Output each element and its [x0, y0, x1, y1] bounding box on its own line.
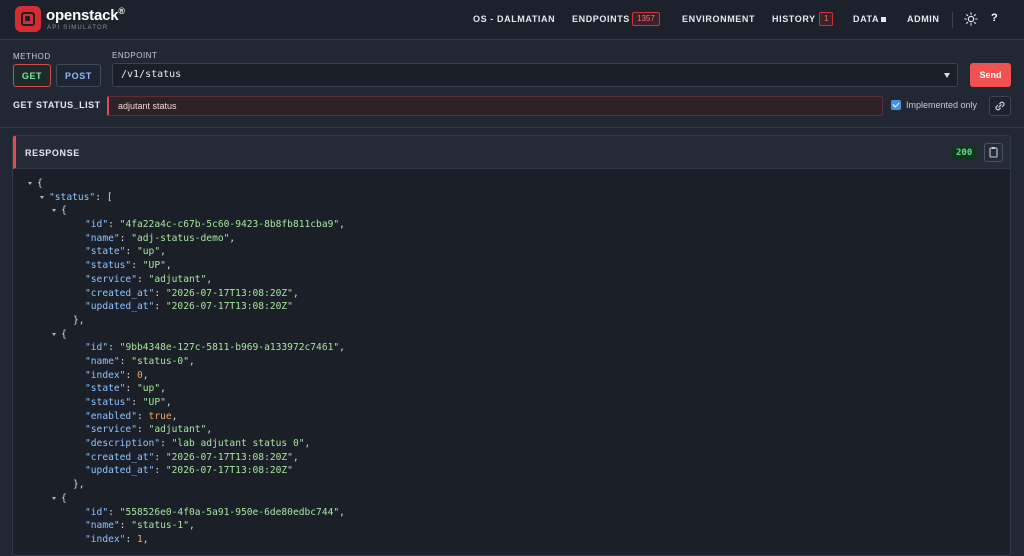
top-bar: openstack® API SIMULATOR OS - DALMATIAN … — [0, 0, 1024, 40]
json-line: "updated_at": "2026-07-17T13:08:20Z" — [85, 301, 293, 313]
nav-environment[interactable]: ENVIRONMENT — [682, 14, 755, 28]
chevron-down-icon — [944, 73, 950, 78]
nav-data[interactable]: DATA — [853, 14, 879, 28]
operation-label: GET STATUS_LIST — [13, 100, 101, 110]
method-get-button[interactable]: GET — [13, 64, 51, 87]
collapse-caret-icon[interactable] — [52, 332, 56, 336]
status-code-badge: 200 — [951, 146, 978, 160]
brand-name[interactable]: openstack® — [46, 6, 125, 24]
json-line: "state": "up", — [85, 246, 166, 258]
nav-cloud-selector[interactable]: OS - DALMATIAN — [473, 14, 555, 28]
openstack-logo-icon[interactable] — [15, 6, 41, 32]
endpoint-select[interactable]: /v1/status — [112, 63, 958, 87]
json-line: }, — [73, 479, 85, 491]
nav-divider — [952, 12, 953, 28]
link-icon — [995, 101, 1005, 111]
collapse-caret-icon[interactable] — [52, 496, 56, 500]
json-line: { — [13, 177, 1010, 191]
json-line: "id": "9bb4348e-127c-5811-b969-a133972c7… — [85, 342, 345, 354]
json-line: "index": 0, — [85, 369, 149, 381]
json-line: "index": 1, — [85, 533, 149, 545]
implemented-only-checkbox[interactable] — [891, 100, 901, 110]
endpoint-value: /v1/status — [121, 69, 182, 80]
json-line: "created_at": "2026-07-17T13:08:20Z", — [85, 287, 299, 299]
collapse-caret-icon[interactable] — [52, 209, 56, 213]
json-line: "status": "UP", — [85, 397, 172, 408]
json-line: "status": [ — [13, 191, 1010, 205]
method-label: METHOD — [13, 52, 51, 61]
endpoint-label: ENDPOINT — [112, 51, 158, 60]
method-post-button[interactable]: POST — [56, 64, 101, 87]
json-line: "updated_at": "2026-07-17T13:08:20Z" — [85, 465, 293, 477]
json-line: "name": "status-0", — [85, 355, 195, 367]
json-line: "name": "status-1", — [85, 520, 195, 532]
collapse-caret-icon[interactable] — [28, 182, 32, 185]
brand-subtitle: API SIMULATOR — [47, 25, 109, 31]
json-line: "state": "up", — [85, 383, 166, 395]
json-line: "status": "UP", — [85, 260, 172, 272]
response-panel: RESPONSE 200 {"status": [{"id": "4fa22a4… — [12, 135, 1011, 556]
json-line: }, — [73, 314, 85, 326]
history-count-badge: 1 — [819, 12, 834, 26]
operation-search-input[interactable]: adjutant status — [107, 96, 883, 116]
theme-toggle-sun-icon[interactable] — [964, 12, 978, 26]
json-line: { — [13, 492, 1010, 506]
json-line: "service": "adjutant", — [85, 273, 213, 285]
response-header: RESPONSE 200 — [13, 136, 1010, 169]
help-icon[interactable]: ? — [991, 12, 998, 24]
nav-endpoints[interactable]: ENDPOINTS — [572, 14, 630, 28]
json-line: "description": "lab adjutant status 0", — [85, 438, 311, 450]
json-line: "service": "adjutant", — [85, 424, 213, 436]
response-json-viewer: {"status": [{"id": "4fa22a4c-c67b-5c60-9… — [13, 177, 1010, 547]
collapse-caret-icon[interactable] — [40, 195, 44, 199]
copy-link-button[interactable] — [989, 96, 1011, 116]
json-line: "name": "adj-status-demo", — [85, 232, 236, 244]
json-line: "created_at": "2026-07-17T13:08:20Z", — [85, 451, 299, 463]
json-line: { — [13, 204, 1010, 218]
endpoints-count-badge: 1357 — [632, 12, 660, 26]
copy-response-button[interactable] — [984, 143, 1003, 162]
send-button[interactable]: Send — [970, 63, 1011, 87]
json-line: "id": "558526e0-4f0a-5a91-950e-6de80edbc… — [85, 506, 345, 518]
section-divider — [0, 127, 1024, 128]
implemented-only-label: Implemented only — [906, 100, 978, 110]
json-line: "enabled": true, — [85, 410, 178, 422]
nav-history[interactable]: HISTORY — [772, 14, 816, 28]
json-line: "id": "4fa22a4c-c67b-5c60-9423-8b8fb811c… — [85, 219, 345, 231]
nav-admin[interactable]: ADMIN — [907, 14, 940, 28]
response-title: RESPONSE — [25, 148, 80, 158]
data-square-icon — [881, 17, 886, 22]
json-line: { — [13, 328, 1010, 342]
clipboard-icon — [989, 147, 998, 158]
